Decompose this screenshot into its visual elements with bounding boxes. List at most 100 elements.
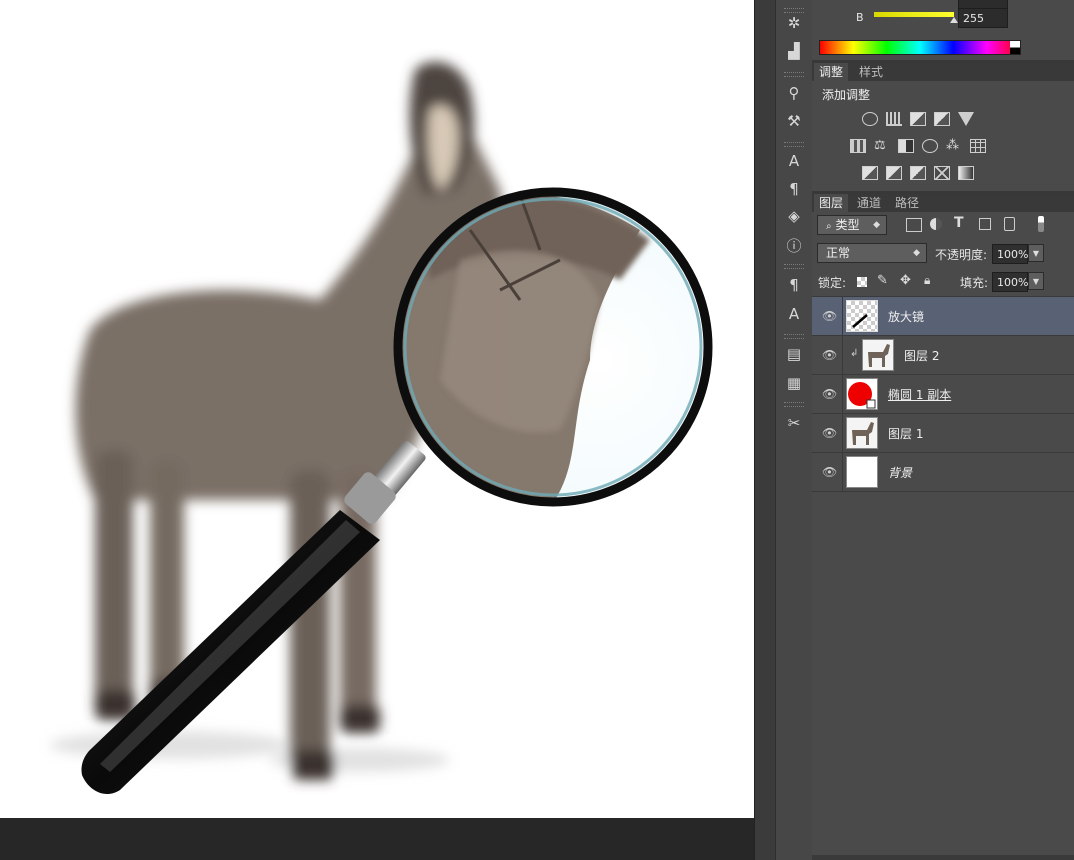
- black-white-swatch[interactable]: [1010, 41, 1020, 54]
- canvas-pasteboard: [0, 818, 754, 860]
- notes-icon[interactable]: ▦: [782, 372, 806, 394]
- eye-icon[interactable]: 👁︎: [822, 387, 837, 401]
- threshold-icon[interactable]: [910, 166, 926, 180]
- layer-thumbnail: [846, 417, 878, 449]
- paragraph-icon[interactable]: ¶: [782, 178, 806, 200]
- adjustments-header: 添加调整: [822, 88, 871, 102]
- histogram-icon[interactable]: ▟: [782, 40, 806, 62]
- channel-value-input[interactable]: 255: [958, 8, 1008, 28]
- brightness-contrast-icon[interactable]: [862, 112, 878, 126]
- layer-thumbnail: [846, 378, 878, 410]
- tool-presets-icon[interactable]: ⚒: [782, 110, 806, 132]
- color-balance-icon[interactable]: ⚖: [874, 139, 890, 153]
- clipping-mask-icon: ↲: [850, 348, 859, 359]
- tab-styles[interactable]: 样式: [854, 63, 888, 81]
- filter-adjustment-icon[interactable]: [930, 218, 942, 230]
- tab-layers[interactable]: 图层: [814, 194, 849, 212]
- document-canvas[interactable]: [0, 0, 754, 818]
- selective-color-icon[interactable]: [934, 166, 950, 180]
- layers-tabbar: 图层 通道 路径: [812, 194, 1074, 212]
- strip-grip[interactable]: [784, 72, 804, 77]
- filter-toggle-switch[interactable]: [1038, 216, 1044, 232]
- lock-transparent-icon[interactable]: [857, 277, 867, 287]
- magnifier-lens: [393, 187, 713, 507]
- channel-slider-thumb[interactable]: [950, 17, 958, 23]
- strip-grip[interactable]: [784, 142, 804, 147]
- paragraph-styles-icon[interactable]: ¶: [782, 274, 806, 296]
- filter-pixel-icon[interactable]: [906, 218, 922, 232]
- layer-row[interactable]: 👁︎ 放大镜: [812, 297, 1074, 336]
- levels-icon[interactable]: [886, 112, 902, 126]
- tab-paths[interactable]: 路径: [890, 194, 924, 212]
- lock-all-icon[interactable]: 🔒︎: [924, 273, 930, 288]
- tab-channels[interactable]: 通道: [852, 194, 886, 212]
- lock-label: 锁定:: [818, 276, 847, 290]
- navigator-icon[interactable]: ✲: [782, 12, 806, 34]
- info-icon[interactable]: ⓘ: [782, 234, 806, 256]
- invert-icon[interactable]: [862, 166, 878, 180]
- exposure-icon[interactable]: [934, 112, 950, 126]
- opacity-dropdown-button[interactable]: ▼: [1028, 244, 1044, 262]
- black-white-icon[interactable]: [898, 139, 914, 153]
- layer-name: 椭圆 1 副本: [888, 388, 952, 402]
- 3d-icon[interactable]: ◈: [782, 205, 806, 227]
- layer-thumbnail: [846, 456, 878, 488]
- layer-name: 放大镜: [888, 310, 925, 324]
- panel-icon-strip: ✲ ▟ ⚲ ⚒ A ¶ ◈ ⓘ ¶ A ▤ ▦ ✂: [775, 0, 813, 860]
- curves-icon[interactable]: [910, 112, 926, 126]
- eye-icon[interactable]: 👁︎: [822, 348, 837, 362]
- layer-filter-kind[interactable]: ⌕ 类型 ◆: [817, 215, 887, 235]
- channel-slider-track[interactable]: [874, 12, 954, 17]
- color-lookup-icon[interactable]: [970, 139, 986, 153]
- filter-type-icon[interactable]: T: [954, 215, 964, 231]
- fill-label: 填充:: [960, 276, 989, 290]
- channel-mixer-icon[interactable]: ⁂: [946, 139, 962, 153]
- right-panel-dock: B 255 调整 样式 添加调整 ⚖ ⁂ 图层 通道 路径 ⌕ 类型 ◆ T 正…: [812, 0, 1074, 860]
- hue-saturation-icon[interactable]: [850, 139, 866, 153]
- character-icon[interactable]: A: [782, 150, 806, 172]
- search-icon: ⌕: [826, 221, 832, 232]
- strip-grip[interactable]: [784, 334, 804, 339]
- tab-adjustments[interactable]: 调整: [814, 63, 849, 81]
- panel-gutter[interactable]: [754, 0, 775, 860]
- character-styles-icon[interactable]: A: [782, 303, 806, 325]
- posterize-icon[interactable]: [886, 166, 902, 180]
- layer-thumbnail: [862, 339, 894, 371]
- filter-kind-label: 类型: [835, 218, 860, 232]
- eye-icon[interactable]: 👁︎: [822, 426, 837, 440]
- layer-row[interactable]: 👁︎ 图层 1: [812, 414, 1074, 453]
- donkey-thumb-icon: [868, 344, 890, 367]
- tool-settings-icon[interactable]: ✂: [782, 412, 806, 434]
- blend-mode-select[interactable]: 正常 ◆: [817, 243, 927, 263]
- blend-mode-value: 正常: [826, 246, 851, 260]
- fill-input[interactable]: 100%: [992, 272, 1028, 292]
- gradient-map-icon[interactable]: [958, 166, 974, 180]
- fill-dropdown-button[interactable]: ▼: [1028, 272, 1044, 290]
- strip-grip[interactable]: [784, 402, 804, 407]
- layers-panel-footer: [812, 855, 1074, 860]
- layer-comps-icon[interactable]: ▤: [782, 343, 806, 365]
- vibrance-icon[interactable]: [958, 112, 974, 126]
- lock-position-icon[interactable]: ✥: [900, 273, 911, 288]
- layer-thumbnail: [846, 300, 878, 332]
- channel-label: B: [856, 11, 864, 24]
- filter-smart-object-icon[interactable]: [1004, 217, 1015, 231]
- adjustments-tabbar: 调整 样式: [812, 63, 1074, 81]
- canvas-artwork: [50, 61, 713, 795]
- lock-pixels-brush-icon[interactable]: ✎: [877, 273, 888, 288]
- layer-row[interactable]: 👁︎ 背景: [812, 453, 1074, 492]
- opacity-input[interactable]: 100%: [992, 244, 1028, 264]
- brush-presets-icon[interactable]: ⚲: [782, 82, 806, 104]
- layer-name: 背景: [888, 466, 913, 480]
- photo-filter-icon[interactable]: [922, 139, 938, 153]
- strip-grip[interactable]: [784, 264, 804, 269]
- eye-icon[interactable]: 👁︎: [822, 465, 837, 479]
- donkey-thumb-icon: [852, 422, 874, 445]
- eye-icon[interactable]: 👁︎: [822, 309, 837, 323]
- layer-name: 图层 1: [888, 427, 924, 441]
- filter-shape-icon[interactable]: [979, 218, 991, 230]
- layer-name: 图层 2: [904, 349, 940, 363]
- layer-row[interactable]: 👁︎ 椭圆 1 副本: [812, 375, 1074, 414]
- layer-row[interactable]: 👁︎ ↲ 图层 2: [812, 336, 1074, 375]
- color-spectrum-bar[interactable]: [819, 40, 1021, 55]
